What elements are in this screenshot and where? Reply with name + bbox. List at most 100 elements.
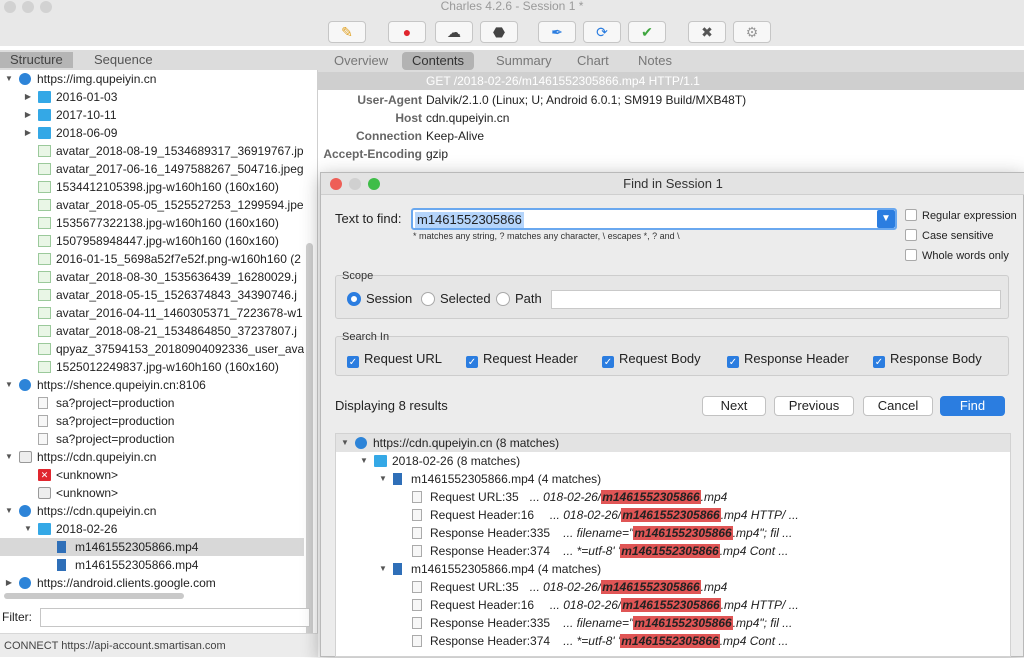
horizontal-scrollbar[interactable]: [4, 593, 184, 599]
radio-button[interactable]: [496, 292, 510, 306]
chevron-down-icon[interactable]: ▼: [877, 210, 895, 228]
result-row[interactable]: ▼ m1461552305866.mp4 (4 matches): [336, 470, 1010, 488]
tree-row[interactable]: 2016-01-15_5698a52f7e52f.png-w160h160 (2: [0, 250, 304, 268]
tree-row[interactable]: sa?project=production: [0, 394, 304, 412]
tree-row[interactable]: ▼ https://cdn.qupeiyin.cn: [0, 502, 304, 520]
result-row[interactable]: Request URL:35 ... 018-02-26/m14615523058…: [336, 578, 1010, 596]
result-row[interactable]: Request Header:16 ... 018-02-26/m14615523…: [336, 596, 1010, 614]
disclosure-open-icon[interactable]: ▼: [378, 560, 388, 578]
cancel-button[interactable]: Cancel: [863, 396, 933, 416]
zoom-window-button[interactable]: [40, 1, 52, 13]
checkbox[interactable]: [905, 249, 917, 261]
scope-path-radio[interactable]: Path: [496, 291, 542, 306]
dialog-zoom-button[interactable]: [368, 178, 380, 190]
tree-row[interactable]: avatar_2018-05-05_1525527253_1299594.jpe…: [0, 196, 304, 214]
toolbar-button[interactable]: ✔: [628, 21, 666, 43]
path-input[interactable]: [551, 290, 1001, 309]
checkbox[interactable]: [905, 209, 917, 221]
tab-summary[interactable]: Summary: [486, 52, 562, 70]
disclosure-open-icon[interactable]: ▼: [23, 520, 33, 538]
search-in-checkbox[interactable]: ✓ Request URL: [347, 351, 442, 368]
toolbar-button[interactable]: ●: [388, 21, 426, 43]
result-row[interactable]: Response Header:335 ... filename="m146155…: [336, 524, 1010, 542]
tree-row[interactable]: ▶ 2017-10-11: [0, 106, 304, 124]
search-in-checkbox[interactable]: ✓ Request Header: [466, 351, 578, 368]
tab-notes[interactable]: Notes: [628, 52, 682, 70]
tab-sequence[interactable]: Sequence: [84, 52, 163, 68]
tree-row[interactable]: ▼ 2018-02-26: [0, 520, 304, 538]
result-row[interactable]: ▼ m1461552305866.mp4 (4 matches): [336, 560, 1010, 578]
search-in-checkbox[interactable]: ✓ Response Body: [873, 351, 982, 368]
result-row[interactable]: ▼ https://cdn.qupeiyin.cn (8 matches): [336, 434, 1010, 452]
tree-row[interactable]: ▼ https://img.qupeiyin.cn: [0, 70, 304, 88]
tree-row[interactable]: ✕ <unknown>: [0, 466, 304, 484]
tree-row[interactable]: avatar_2017-06-16_1497588267_504716.jpeg: [0, 160, 304, 178]
find-button[interactable]: Find: [940, 396, 1005, 416]
tree-row[interactable]: ▶ https://android.clients.google.com: [0, 574, 304, 592]
result-row[interactable]: Response Header:374 ... *=utf-8' 'm146155…: [336, 542, 1010, 560]
disclosure-open-icon[interactable]: ▼: [4, 502, 14, 520]
search-in-checkbox[interactable]: ✓ Request Body: [602, 351, 701, 368]
tree-row[interactable]: m1461552305866.mp4: [0, 556, 304, 574]
tree-row[interactable]: avatar_2018-08-19_1534689317_36919767.jp…: [0, 142, 304, 160]
toolbar-button[interactable]: ⬣: [480, 21, 518, 43]
tree-row[interactable]: m1461552305866.mp4: [0, 538, 304, 556]
dialog-close-button[interactable]: [330, 178, 342, 190]
disclosure-closed-icon[interactable]: ▶: [23, 106, 33, 124]
tab-chart[interactable]: Chart: [567, 52, 619, 70]
checkbox[interactable]: ✓: [873, 356, 885, 368]
tree-row[interactable]: ▼ https://shence.qupeiyin.cn:8106: [0, 376, 304, 394]
tree-row[interactable]: sa?project=production: [0, 412, 304, 430]
disclosure-closed-icon[interactable]: ▶: [4, 574, 14, 592]
tree-row[interactable]: 1525012249837.jpg-w160h160 (160x160): [0, 358, 304, 376]
tree-row[interactable]: qpyaz_37594153_20180904092336_user_ava: [0, 340, 304, 358]
find-option[interactable]: Case sensitive: [905, 229, 994, 242]
tab-contents[interactable]: Contents: [402, 52, 475, 70]
tree-row[interactable]: <unknown>: [0, 484, 304, 502]
disclosure-open-icon[interactable]: ▼: [378, 470, 388, 488]
result-row[interactable]: ▼ 2018-02-26 (8 matches): [336, 452, 1010, 470]
toolbar-button[interactable]: ✎: [328, 21, 366, 43]
disclosure-open-icon[interactable]: ▼: [359, 452, 369, 470]
disclosure-closed-icon[interactable]: ▶: [23, 124, 33, 142]
previous-button[interactable]: Previous: [774, 396, 854, 416]
toolbar-button[interactable]: ⟳: [583, 21, 621, 43]
disclosure-open-icon[interactable]: ▼: [4, 448, 14, 466]
tree-row[interactable]: avatar_2018-05-15_1526374843_34390746.j: [0, 286, 304, 304]
tree-row[interactable]: sa?project=production: [0, 430, 304, 448]
tree-row[interactable]: avatar_2016-04-11_1460305371_7223678-w1: [0, 304, 304, 322]
find-option[interactable]: Whole words only: [905, 249, 1009, 262]
checkbox[interactable]: [905, 229, 917, 241]
result-row[interactable]: Request Header:16 ... 018-02-26/m14615523…: [336, 506, 1010, 524]
find-input[interactable]: m1461552305866 ▼: [411, 208, 897, 230]
tree-row[interactable]: 1507958948447.jpg-w160h160 (160x160): [0, 232, 304, 250]
tree-row[interactable]: 1535677322138.jpg-w160h160 (160x160): [0, 214, 304, 232]
tab-overview[interactable]: Overview: [324, 52, 398, 70]
checkbox[interactable]: ✓: [466, 356, 478, 368]
filter-input[interactable]: [40, 608, 310, 627]
tree-row[interactable]: ▶ 2016-01-03: [0, 88, 304, 106]
checkbox[interactable]: ✓: [347, 356, 359, 368]
toolbar-button[interactable]: ⚙: [733, 21, 771, 43]
search-in-checkbox[interactable]: ✓ Response Header: [727, 351, 849, 368]
toolbar-button[interactable]: ☁: [435, 21, 473, 43]
tree-row[interactable]: 1534412105398.jpg-w160h160 (160x160): [0, 178, 304, 196]
tree-row[interactable]: avatar_2018-08-21_1534864850_37237807.j: [0, 322, 304, 340]
vertical-scrollbar[interactable]: [306, 243, 313, 643]
toolbar-button[interactable]: ✖: [688, 21, 726, 43]
result-row[interactable]: Response Header:335 ... filename="m146155…: [336, 614, 1010, 632]
checkbox[interactable]: ✓: [602, 356, 614, 368]
close-window-button[interactable]: [4, 1, 16, 13]
minimize-window-button[interactable]: [22, 1, 34, 13]
result-row[interactable]: Request URL:35 ... 018-02-26/m14615523058…: [336, 488, 1010, 506]
disclosure-open-icon[interactable]: ▼: [340, 434, 350, 452]
radio-button[interactable]: [421, 292, 435, 306]
radio-button[interactable]: [347, 292, 361, 306]
tree-row[interactable]: avatar_2018-08-30_1535636439_16280029.j: [0, 268, 304, 286]
scope-selected-radio[interactable]: Selected: [421, 291, 491, 306]
tree-row[interactable]: ▼ https://cdn.qupeiyin.cn: [0, 448, 304, 466]
next-button[interactable]: Next: [702, 396, 766, 416]
checkbox[interactable]: ✓: [727, 356, 739, 368]
tree-row[interactable]: ▶ 2018-06-09: [0, 124, 304, 142]
dialog-minimize-button[interactable]: [349, 178, 361, 190]
